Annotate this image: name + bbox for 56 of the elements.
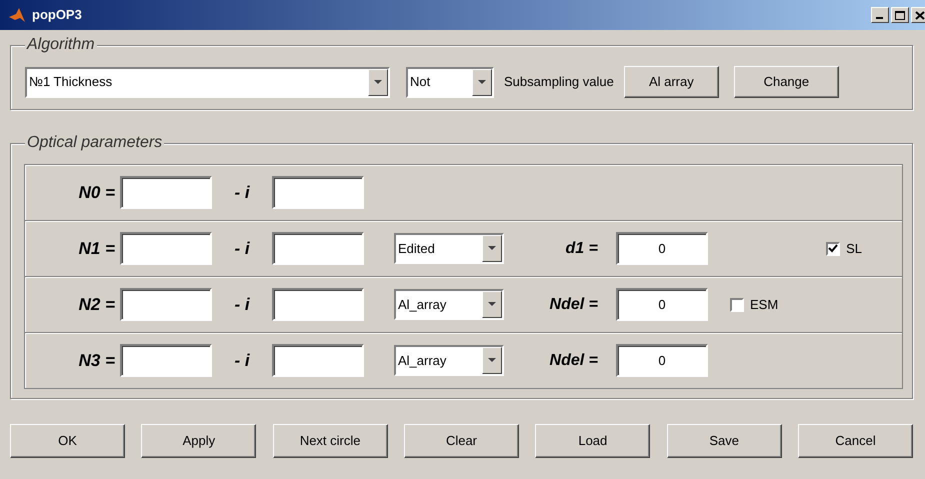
input-field[interactable]: 0 [616, 288, 708, 321]
input-field[interactable] [120, 232, 212, 265]
minimize-button[interactable] [871, 7, 889, 23]
input-field[interactable]: 0 [616, 344, 708, 377]
input-field[interactable]: 0 [616, 232, 708, 265]
caret-icon [488, 358, 496, 363]
button[interactable]: Next circle [272, 424, 388, 458]
parameter-label: Ndel = [548, 294, 599, 314]
logo-icon [8, 7, 26, 23]
dropdown[interactable]: №1 Thickness [25, 66, 390, 98]
button[interactable]: Cancel [798, 424, 913, 458]
parameter-label: N1 = [78, 238, 116, 260]
input-field[interactable] [120, 288, 212, 321]
dropdown[interactable]: Not [406, 66, 494, 98]
imaginary-label: - i [233, 238, 251, 260]
checkbox[interactable] [826, 242, 840, 256]
input-field[interactable] [272, 288, 364, 321]
parameter-label: d1 = [564, 238, 599, 258]
caret-icon [488, 246, 496, 251]
parameter-label: N2 = [78, 294, 116, 316]
parameter-label: N3 = [78, 350, 116, 372]
input-field[interactable] [272, 232, 364, 265]
button[interactable]: Clear [404, 424, 519, 458]
button[interactable]: Al array [624, 66, 719, 98]
dropdown[interactable]: Al_array [394, 289, 504, 320]
checkbox-label: ESM [750, 296, 778, 314]
close-icon [915, 10, 925, 20]
checkbox[interactable] [730, 298, 744, 312]
window-title: popOP3 [32, 6, 82, 24]
parameter-label: Ndel = [548, 350, 599, 370]
input-field[interactable] [120, 176, 212, 209]
button[interactable]: Save [666, 424, 782, 458]
input-field[interactable] [272, 344, 364, 377]
button[interactable]: Load [535, 424, 650, 458]
checkbox-label: SL [846, 240, 862, 258]
parameter-label: N0 = [78, 182, 116, 204]
check-icon [828, 244, 838, 253]
imaginary-label: - i [233, 350, 251, 372]
imaginary-label: - i [233, 294, 251, 316]
button[interactable]: OK [10, 424, 125, 458]
group-title: Algorithm [25, 35, 97, 55]
dropdown[interactable]: Edited [394, 233, 504, 264]
input-field[interactable] [120, 344, 212, 377]
subsampling-label: Subsampling value [504, 73, 614, 92]
caret-icon [488, 302, 496, 307]
dropdown[interactable]: Al_array [394, 345, 504, 376]
close-button[interactable] [911, 7, 925, 23]
caret-icon [478, 80, 486, 84]
maximize-icon [895, 10, 905, 20]
caret-icon [374, 80, 382, 84]
button[interactable]: Apply [141, 424, 256, 458]
imaginary-label: - i [233, 182, 251, 204]
maximize-button[interactable] [891, 7, 909, 23]
button[interactable]: Change [734, 66, 839, 98]
input-field[interactable] [272, 176, 364, 209]
group-title: Optical parameters [25, 133, 164, 153]
